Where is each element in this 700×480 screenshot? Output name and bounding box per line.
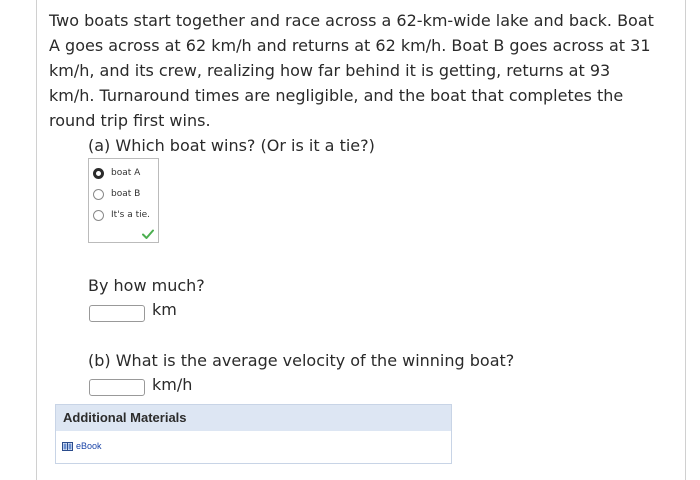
ebook-label[interactable]: eBook bbox=[76, 441, 102, 451]
answer-choices: boat A boat B It's a tie. bbox=[88, 158, 159, 243]
distance-input[interactable] bbox=[89, 305, 145, 322]
option-label: boat A bbox=[111, 168, 141, 178]
radio-selected-icon[interactable] bbox=[93, 167, 104, 179]
checkmark-icon bbox=[142, 229, 154, 239]
additional-materials: Additional Materials eBook bbox=[55, 404, 452, 464]
radio-icon[interactable] bbox=[93, 209, 104, 221]
radio-icon[interactable] bbox=[93, 188, 104, 200]
ebook-link[interactable]: eBook bbox=[62, 441, 102, 451]
option-tie[interactable]: It's a tie. bbox=[93, 207, 150, 223]
materials-header: Additional Materials bbox=[56, 405, 451, 431]
option-label: It's a tie. bbox=[111, 210, 151, 220]
option-boat-b[interactable]: boat B bbox=[93, 186, 140, 202]
velocity-unit: km/h bbox=[152, 375, 193, 394]
distance-unit: km bbox=[152, 300, 177, 319]
problem-text: Two boats start together and race across… bbox=[49, 11, 654, 130]
velocity-input[interactable] bbox=[89, 379, 145, 396]
part-a-question: (a) Which boat wins? (Or is it a tie?) bbox=[88, 136, 375, 155]
book-icon bbox=[62, 441, 73, 451]
part-b-question: (b) What is the average velocity of the … bbox=[88, 351, 515, 370]
option-label: boat B bbox=[111, 189, 141, 199]
follow-up-question: By how much? bbox=[88, 276, 205, 295]
option-boat-a[interactable]: boat A bbox=[93, 165, 140, 181]
